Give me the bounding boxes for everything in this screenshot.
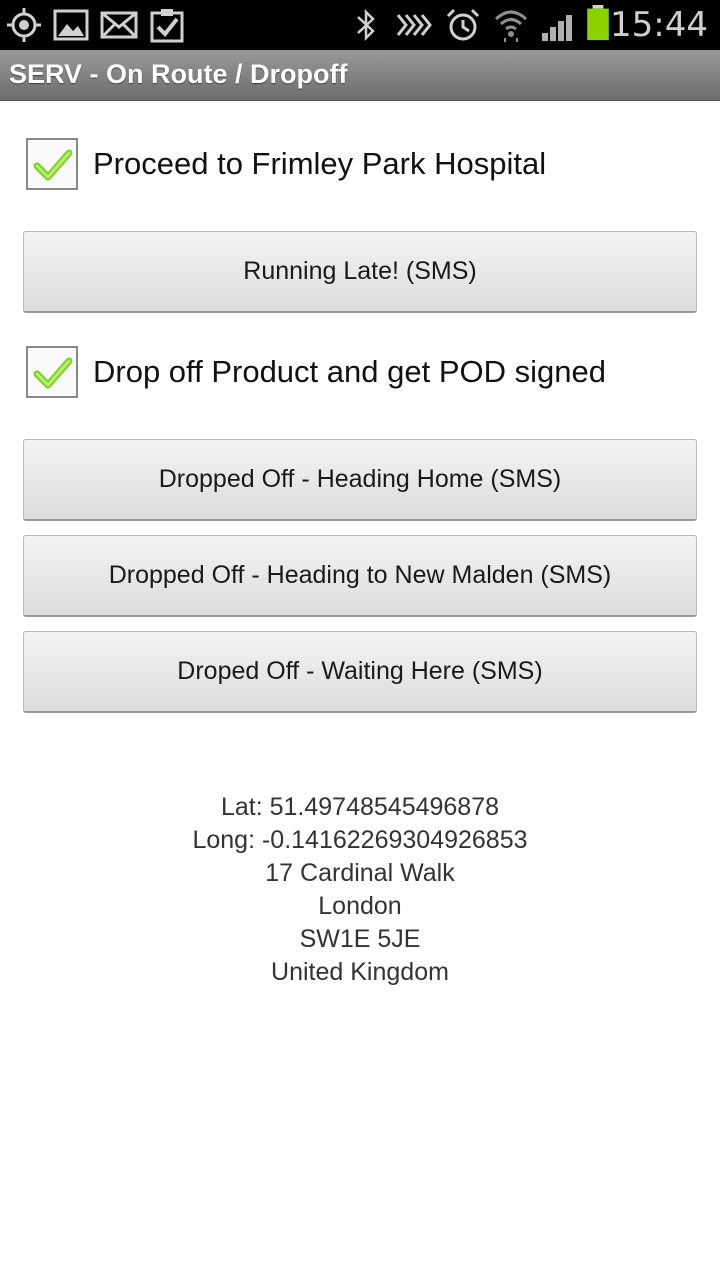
location-info: Lat: 51.49748545496878 Long: -0.14162269… <box>0 791 720 989</box>
gps-icon <box>7 8 41 42</box>
heading-home-button[interactable]: Dropped Off - Heading Home (SMS) <box>23 439 697 521</box>
alarm-icon <box>446 8 480 41</box>
bluetooth-icon <box>357 8 375 42</box>
waiting-here-button[interactable]: Droped Off - Waiting Here (SMS) <box>23 631 697 713</box>
street-text: 17 Cardinal Walk <box>265 859 455 887</box>
latitude-text: Lat: 51.49748545496878 <box>220 793 500 821</box>
city-text: London <box>318 892 402 920</box>
checkbox[interactable] <box>26 346 78 398</box>
task-label: Drop off Product and get POD signed <box>93 354 606 389</box>
postcode-text: SW1E 5JE <box>299 925 421 953</box>
checkmark-icon <box>33 357 73 389</box>
status-bar: 15:44 <box>0 0 720 50</box>
checkbox[interactable] <box>26 138 78 190</box>
battery-icon <box>587 5 609 41</box>
task-label: Proceed to Frimley Park Hospital <box>93 146 547 181</box>
clock-time: 15:44 <box>610 5 708 45</box>
task-checkbox-dropoff[interactable]: Drop off Product and get POD signed <box>26 346 706 404</box>
checkmark-icon <box>33 149 73 181</box>
task-checkbox-proceed[interactable]: Proceed to Frimley Park Hospital <box>26 138 706 196</box>
page-title: SERV - On Route / Dropoff <box>9 59 348 89</box>
signal-icon <box>542 15 572 41</box>
running-late-button[interactable]: Running Late! (SMS) <box>23 231 697 313</box>
title-bar: SERV - On Route / Dropoff <box>0 50 720 101</box>
longitude-text: Long: -0.14162269304926853 <box>192 826 528 854</box>
mail-icon <box>100 11 138 39</box>
wifi-icon <box>494 10 528 42</box>
gallery-icon <box>53 9 89 41</box>
task-icon <box>150 9 184 43</box>
country-text: United Kingdom <box>271 958 449 986</box>
heading-new-malden-button[interactable]: Dropped Off - Heading to New Malden (SMS… <box>23 535 697 617</box>
nfc-icon <box>396 14 432 36</box>
